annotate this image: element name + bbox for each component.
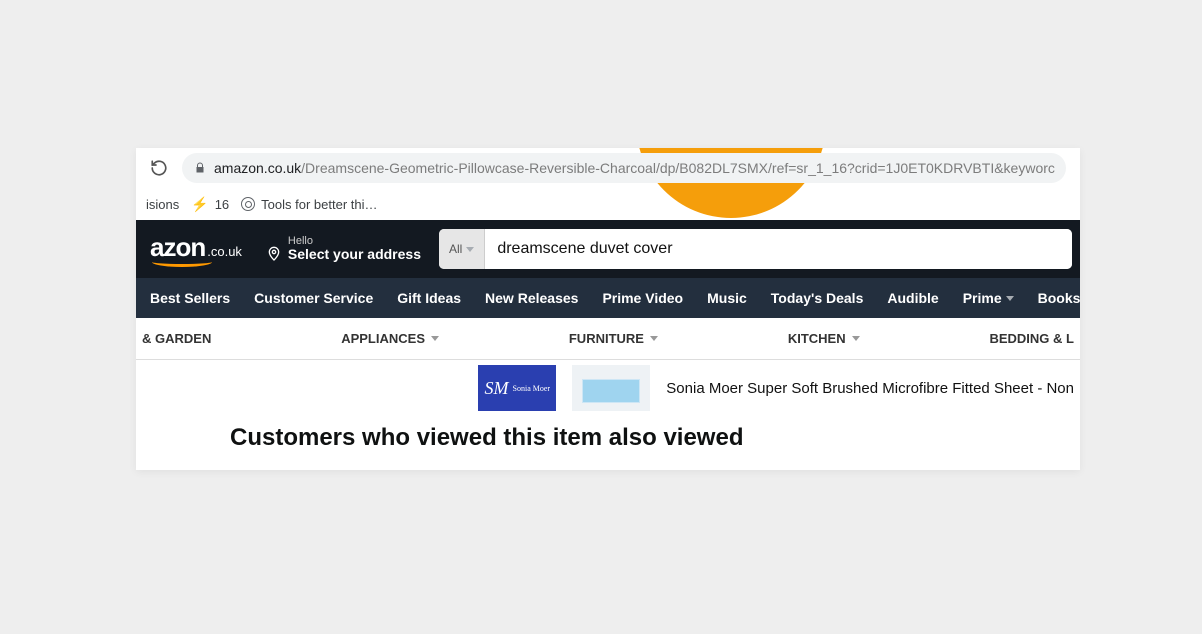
location-pin-icon xyxy=(266,245,282,263)
subnav-garden[interactable]: & GARDEN xyxy=(142,331,211,346)
search-category-label: All xyxy=(449,242,462,256)
bolt-icon: ⚡ xyxy=(191,196,208,213)
gear-icon xyxy=(241,197,255,211)
bookmark-item-bolt[interactable]: ⚡ 16 xyxy=(191,196,229,213)
bolt-count: 16 xyxy=(215,197,229,212)
category-subnav: & GARDEN APPLIANCES FURNITURE KITCHEN BE… xyxy=(136,318,1080,360)
search-bar: All xyxy=(439,229,1072,269)
search-category-dropdown[interactable]: All xyxy=(439,229,485,269)
nav-prime[interactable]: Prime xyxy=(963,290,1014,306)
section-heading-also-viewed: Customers who viewed this item also view… xyxy=(136,416,1080,470)
reload-icon[interactable] xyxy=(150,159,168,177)
nav-todays-deals[interactable]: Today's Deals xyxy=(771,290,864,306)
nav-customer-service[interactable]: Customer Service xyxy=(254,290,373,306)
thumb-monogram: SM xyxy=(485,378,509,399)
url-path: /Dreamscene-Geometric-Pillowcase-Reversi… xyxy=(301,160,1055,176)
primary-nav: Best Sellers Customer Service Gift Ideas… xyxy=(136,278,1080,318)
address-bar[interactable]: amazon.co.uk/Dreamscene-Geometric-Pillow… xyxy=(182,153,1066,183)
chevron-down-icon xyxy=(466,247,474,252)
subnav-kitchen[interactable]: KITCHEN xyxy=(788,331,860,346)
thumb-brand-text: Sonia Moer xyxy=(513,384,551,393)
nav-prime-video[interactable]: Prime Video xyxy=(602,290,683,306)
search-input[interactable] xyxy=(485,229,1072,269)
chevron-down-icon xyxy=(431,336,439,341)
tools-label: Tools for better thi… xyxy=(261,197,377,212)
nav-books[interactable]: Books xyxy=(1038,290,1080,306)
bookmarks-bar: isions ⚡ 16 Tools for better thi… xyxy=(136,188,1080,220)
sponsored-product-strip: SM Sonia Moer Sonia Moer Super Soft Brus… xyxy=(136,360,1080,416)
site-header: azon.co.uk Hello Select your address All xyxy=(136,220,1080,278)
url-domain: amazon.co.uk xyxy=(214,160,301,176)
subnav-furniture[interactable]: FURNITURE xyxy=(569,331,658,346)
sponsored-product-title[interactable]: Sonia Moer Super Soft Brushed Microfibre… xyxy=(666,380,1074,397)
deliver-to-button[interactable]: Hello Select your address xyxy=(260,231,427,266)
logo-tld: .co.uk xyxy=(207,244,242,259)
bookmark-item-partial[interactable]: isions xyxy=(146,197,179,212)
browser-window: amazon.co.uk/Dreamscene-Geometric-Pillow… xyxy=(136,148,1080,470)
nav-best-sellers[interactable]: Best Sellers xyxy=(150,290,230,306)
subnav-appliances[interactable]: APPLIANCES xyxy=(341,331,439,346)
bookmark-item-tools[interactable]: Tools for better thi… xyxy=(241,197,377,212)
chevron-down-icon xyxy=(650,336,658,341)
chevron-down-icon xyxy=(852,336,860,341)
logo-smile-icon xyxy=(152,257,212,267)
product-thumbnail-brand[interactable]: SM Sonia Moer xyxy=(478,365,556,411)
browser-toolbar: amazon.co.uk/Dreamscene-Geometric-Pillow… xyxy=(136,148,1080,188)
nav-gift-ideas[interactable]: Gift Ideas xyxy=(397,290,461,306)
nav-music[interactable]: Music xyxy=(707,290,747,306)
lock-icon xyxy=(194,162,206,174)
deliver-address: Select your address xyxy=(288,247,421,262)
amazon-logo[interactable]: azon.co.uk xyxy=(144,228,248,271)
product-thumbnail-image[interactable] xyxy=(572,365,650,411)
chevron-down-icon xyxy=(1006,296,1014,301)
subnav-bedding[interactable]: BEDDING & L xyxy=(989,331,1074,346)
nav-new-releases[interactable]: New Releases xyxy=(485,290,578,306)
nav-audible[interactable]: Audible xyxy=(887,290,938,306)
